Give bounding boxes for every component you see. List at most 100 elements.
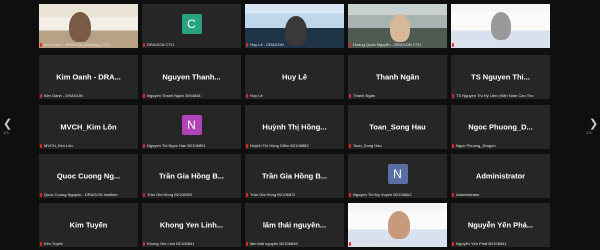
muted-mic-icon	[143, 193, 145, 197]
participant-tile[interactable]: Quoc Cuong Ng... Quoc Cuong Nguyen - DRAG…	[39, 154, 138, 198]
participant-name: Nguyễn Yến Phá...	[467, 220, 534, 230]
participant-tile[interactable]: Huỳnh Thị Hồng... Huỳnh Thị Hồng Diễm B21…	[245, 105, 344, 149]
participant-caption: Thanh Ngân	[353, 93, 376, 98]
muted-mic-icon	[246, 242, 248, 246]
muted-mic-icon	[349, 193, 351, 197]
participant-caption: Nguyen Thanh Ngan 3094848	[147, 93, 201, 98]
participant-name: Toan_Song Hau	[369, 122, 426, 132]
muted-mic-icon	[452, 43, 454, 47]
participant-caption: Ngoc Thu Bui (ko DRAGON)	[353, 241, 404, 246]
prev-page-indicator: 1/3	[3, 130, 9, 135]
next-page-indicator: 1/3	[586, 130, 592, 135]
participant-tile[interactable]: Huy Lê - DRAGON	[245, 4, 344, 48]
participant-caption: Kim Oanh - DRAGON	[44, 93, 83, 98]
participant-video-figure	[69, 12, 91, 42]
participant-caption: Khong Yen Linh B2106841	[147, 241, 195, 246]
muted-mic-icon	[143, 43, 145, 47]
participant-tile[interactable]: N Nguyen Thi Ngoc Han B2106891	[142, 105, 241, 149]
participant-caption: TS Nguyen Thi Hy Lien (Viện Nam Can Tho	[456, 93, 534, 98]
participant-caption: DRAGON CTU	[147, 42, 174, 47]
participant-name: Thanh Ngân	[375, 72, 420, 82]
muted-mic-icon	[246, 94, 248, 98]
participant-tile[interactable]: Nguyen Thi Nhu Trang	[451, 4, 550, 48]
participant-name: MVCH_Kim Lôn	[60, 122, 117, 132]
avatar: N	[387, 164, 408, 184]
participant-caption: Trần Gia Hồng B2106909	[147, 192, 193, 197]
participant-tile[interactable]: Ngoc Thu Bui (ko DRAGON)	[348, 203, 447, 247]
participant-tile[interactable]: Administrator Administrator	[451, 154, 550, 198]
participant-tile[interactable]: Kim Tuyến Kim Tuyến	[39, 203, 138, 247]
participant-caption: Nguyen Thi Ngoc Han B2106891	[147, 143, 206, 148]
participant-tile[interactable]: Kim Oanh - DRAGON (Mekong_CTU	[39, 4, 138, 48]
participant-tile[interactable]: Ngoc Phuong_D... Ngoc Phuong_Dragon	[451, 105, 550, 149]
participant-caption: Quoc Cuong Nguyen - DRAGON Institute	[44, 192, 118, 197]
participant-caption: Kim Oanh - DRAGON (Mekong_CTU	[44, 42, 111, 47]
participant-video-figure	[491, 12, 511, 40]
participant-caption: Kim Tuyến	[44, 241, 63, 246]
participant-caption: Nguyen Thi Nhu Trang	[456, 42, 497, 47]
muted-mic-icon	[143, 144, 145, 148]
participant-caption: Huy Lê	[250, 93, 263, 98]
participant-name: Trần Gia Hồng B...	[158, 171, 224, 181]
participant-tile[interactable]: Trần Gia Hồng B... Trần Gia Hồng B2106909	[142, 154, 241, 198]
muted-mic-icon	[452, 242, 454, 246]
participant-name: Trần Gia Hồng B...	[261, 171, 327, 181]
muted-mic-icon	[40, 193, 42, 197]
avatar: N	[181, 115, 202, 135]
muted-mic-icon	[349, 144, 351, 148]
participant-tile[interactable]: Thanh Ngân Thanh Ngân	[348, 55, 447, 99]
participant-tile[interactable]: MVCH_Kim Lôn MVCH_Kim Lôn	[39, 105, 138, 149]
participant-tile[interactable]: N Nguyen Thi My Xuyen B2106862	[348, 154, 447, 198]
participant-tile[interactable]: Nguyen Thanh... Nguyen Thanh Ngan 3094848	[142, 55, 241, 99]
muted-mic-icon	[349, 242, 351, 246]
muted-mic-icon	[40, 94, 42, 98]
participant-caption: Hoàng Quan Nguyễn - DRAGON CTU	[353, 42, 422, 47]
muted-mic-icon	[40, 144, 42, 148]
next-page-button[interactable]: ❯ 1/3	[586, 117, 599, 135]
participant-caption: Huy Lê - DRAGON	[250, 42, 284, 47]
avatar: C	[181, 14, 202, 34]
participant-tile[interactable]: Hoàng Quan Nguyễn - DRAGON CTU	[348, 4, 447, 48]
participant-tile[interactable]: C DRAGON CTU	[142, 4, 241, 48]
muted-mic-icon	[452, 193, 454, 197]
participant-caption: lâm thái nguyên B2106846	[250, 241, 298, 246]
participant-video-figure	[390, 14, 410, 42]
muted-mic-icon	[246, 43, 248, 47]
participant-caption: MVCH_Kim Lôn	[44, 143, 73, 148]
participant-tile[interactable]: Trần Gia Hồng B... Trần Gia Hồng B2106872	[245, 154, 344, 198]
participant-name: Huỳnh Thị Hồng...	[262, 122, 327, 132]
participant-name: Quoc Cuong Ng...	[56, 171, 121, 181]
participant-tile[interactable]: TS Nguyen Thi... TS Nguyen Thi Hy Lien (V…	[451, 55, 550, 99]
muted-mic-icon	[40, 242, 42, 246]
participant-name: lâm thái nguyên...	[262, 220, 327, 230]
participant-name: TS Nguyen Thi...	[471, 72, 530, 82]
participant-tile[interactable]: Nguyễn Yến Phá... Nguyễn Yến Phát B210694…	[451, 203, 550, 247]
participant-name: Ngoc Phuong_D...	[468, 122, 533, 132]
participant-name: Khong Yen Linh...	[159, 220, 224, 230]
prev-page-button[interactable]: ❮ 1/3	[3, 117, 13, 135]
participant-tile[interactable]: Huy Lê Huy Lê	[245, 55, 344, 99]
participant-name: Kim Tuyến	[69, 220, 108, 230]
muted-mic-icon	[246, 144, 248, 148]
participant-caption: Ngoc Phuong_Dragon	[456, 143, 496, 148]
participant-tile[interactable]: Kim Oanh - DRA... Kim Oanh - DRAGON	[39, 55, 138, 99]
participant-tile[interactable]: Toan_Song Hau Toan_Song Hau	[348, 105, 447, 149]
participant-caption: Nguyen Thi My Xuyen B2106862	[353, 192, 412, 197]
muted-mic-icon	[143, 94, 145, 98]
participant-video-figure	[388, 211, 410, 239]
participant-caption: Toan_Song Hau	[353, 143, 382, 148]
chevron-left-icon: ❮	[3, 118, 13, 130]
muted-mic-icon	[246, 193, 248, 197]
participant-caption: Nguyễn Yến Phát B2106941	[456, 241, 507, 246]
participant-tile[interactable]: Khong Yen Linh... Khong Yen Linh B2106841	[142, 203, 241, 247]
participant-name: Nguyen Thanh...	[162, 72, 221, 82]
chevron-right-icon: ❯	[589, 118, 599, 130]
muted-mic-icon	[452, 144, 454, 148]
muted-mic-icon	[143, 242, 145, 246]
participant-caption: Huỳnh Thị Hồng Diễm B2106882	[250, 143, 309, 148]
muted-mic-icon	[349, 94, 351, 98]
participant-name: Huy Lê	[281, 72, 307, 82]
participant-name: Administrator	[475, 171, 526, 181]
participant-tile[interactable]: lâm thái nguyên... lâm thái nguyên B21068…	[245, 203, 344, 247]
muted-mic-icon	[349, 43, 351, 47]
